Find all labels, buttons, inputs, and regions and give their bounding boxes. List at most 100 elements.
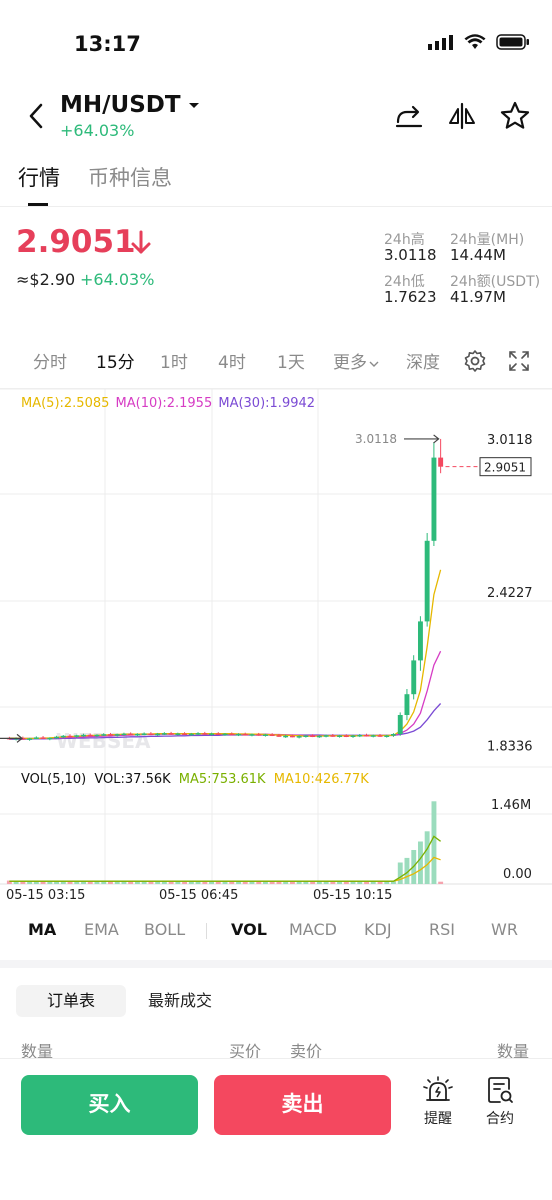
candle-body	[81, 734, 86, 737]
price-tick: 3.0118	[487, 433, 533, 448]
volume-bar	[290, 881, 295, 884]
caret-down-icon	[188, 102, 199, 108]
candle-body	[40, 737, 46, 739]
volume-bar	[135, 881, 140, 884]
vma5-legend: MA5:753.61K	[178, 772, 266, 787]
contract-button[interactable]: 合约	[475, 1076, 525, 1128]
candle-body	[397, 715, 403, 734]
candle-body	[87, 734, 93, 737]
indicator-bar: MA EMA BOLL VOL MACD KDJ RSI WR	[0, 920, 552, 950]
indicator-rsi[interactable]: RSI	[429, 920, 455, 939]
contract-icon	[488, 1077, 513, 1103]
watermark: WEBSEA	[56, 729, 151, 753]
ma10-line	[9, 650, 442, 740]
volume-bar	[222, 881, 228, 884]
star-icon[interactable]	[499, 100, 531, 132]
candle-body	[27, 738, 33, 740]
timeframe-15m[interactable]: 15分	[96, 348, 135, 373]
candle-body	[114, 734, 120, 736]
timeframe-1h[interactable]: 1时	[160, 348, 188, 373]
indicator-ma[interactable]: MA	[28, 920, 56, 939]
candle-body	[391, 734, 396, 736]
candle-body	[303, 735, 309, 737]
candle-body	[161, 733, 167, 735]
candle-body	[316, 735, 322, 738]
indicator-boll[interactable]: BOLL	[144, 920, 185, 939]
candle-body	[438, 457, 444, 467]
candle-body	[249, 734, 255, 736]
amount-value: 41.97M	[450, 288, 506, 306]
signal-icon	[428, 35, 453, 50]
candle-body	[101, 734, 107, 736]
high-marker-arrow	[404, 434, 440, 444]
indicator-wr[interactable]: WR	[491, 920, 518, 939]
candle-body	[242, 734, 248, 736]
compare-icon[interactable]	[446, 100, 478, 132]
candle-body	[370, 735, 376, 737]
sell-button[interactable]: 卖出	[214, 1075, 391, 1135]
candle-body	[121, 733, 127, 736]
candle-body	[209, 733, 214, 735]
candle-body	[175, 733, 181, 735]
chart-share-icon[interactable]	[393, 100, 425, 132]
ma-lines	[9, 569, 442, 740]
candle-body	[155, 733, 161, 736]
candle-body	[74, 735, 80, 737]
fullscreen-icon[interactable]	[507, 349, 531, 373]
volume-bar	[357, 881, 363, 884]
candlestick-chart[interactable]: WEBSEA 3.0118 2.4227 1.8336 1.46M 0.00 05-15 …	[0, 389, 552, 909]
indicator-vol[interactable]: VOL	[231, 920, 267, 939]
time-tick: 05-15 06:45	[159, 888, 238, 903]
candle-body	[202, 733, 208, 735]
candle-body	[418, 621, 423, 661]
vol-title: VOL(5,10)	[21, 772, 87, 787]
volume-bar	[263, 881, 268, 884]
high-marker-label: 3.0118	[355, 432, 397, 446]
status-time: 13:17	[74, 32, 141, 56]
candle-body	[229, 733, 235, 736]
candle-body	[263, 734, 268, 736]
back-icon[interactable]	[26, 102, 46, 130]
tab-market[interactable]: 行情	[18, 162, 60, 192]
candle-body	[141, 733, 147, 735]
ma5-legend: MA(5):2.5085	[21, 396, 110, 411]
vma5-line	[9, 835, 441, 882]
volume-bar	[424, 831, 430, 884]
volume-bar	[155, 881, 161, 884]
indicator-macd[interactable]: MACD	[289, 920, 337, 939]
current-price-tag-label: 2.9051	[484, 461, 526, 475]
tab-coin-info[interactable]: 币种信息	[88, 162, 172, 192]
volume-bar	[202, 881, 208, 884]
timeframe-line[interactable]: 分时	[33, 348, 67, 373]
candle-body	[350, 735, 356, 737]
tab-latest-trades[interactable]: 最新成交	[148, 985, 212, 1017]
pair-selector[interactable]: MH/USDT	[60, 92, 201, 118]
candle-body	[47, 737, 53, 740]
candle-body	[128, 733, 134, 736]
indicator-ema[interactable]: EMA	[84, 920, 119, 939]
time-tick: 05-15 10:15	[313, 888, 392, 903]
pair-change: +64.03%	[60, 121, 135, 140]
alert-button[interactable]: 提醒	[413, 1076, 463, 1128]
timeframe-more[interactable]: 更多	[333, 348, 379, 373]
volume-bar	[310, 881, 316, 884]
ma-legend: MA(5):2.5085 MA(10):2.1955 MA(30):1.9942	[21, 396, 315, 411]
time-tick: 05-15 03:15	[6, 888, 85, 903]
tab-orderbook[interactable]: 订单表	[16, 985, 126, 1017]
volume-bar	[114, 881, 120, 884]
timeframe-4h[interactable]: 4时	[218, 348, 246, 373]
settings-gear-icon[interactable]	[463, 349, 487, 373]
volume-bar	[397, 862, 403, 884]
candle-body	[54, 736, 59, 739]
candle-body	[67, 735, 73, 738]
candle-body	[168, 733, 174, 735]
indicator-kdj[interactable]: KDJ	[364, 920, 392, 939]
volume-value: 14.44M	[450, 246, 506, 264]
candle-body	[148, 733, 154, 735]
status-icons	[428, 34, 530, 50]
buy-button[interactable]: 买入	[21, 1075, 198, 1135]
volume-bar	[27, 881, 33, 884]
volume-bar	[377, 881, 383, 884]
timeframe-1d[interactable]: 1天	[277, 348, 305, 373]
depth-tab[interactable]: 深度	[406, 348, 440, 373]
